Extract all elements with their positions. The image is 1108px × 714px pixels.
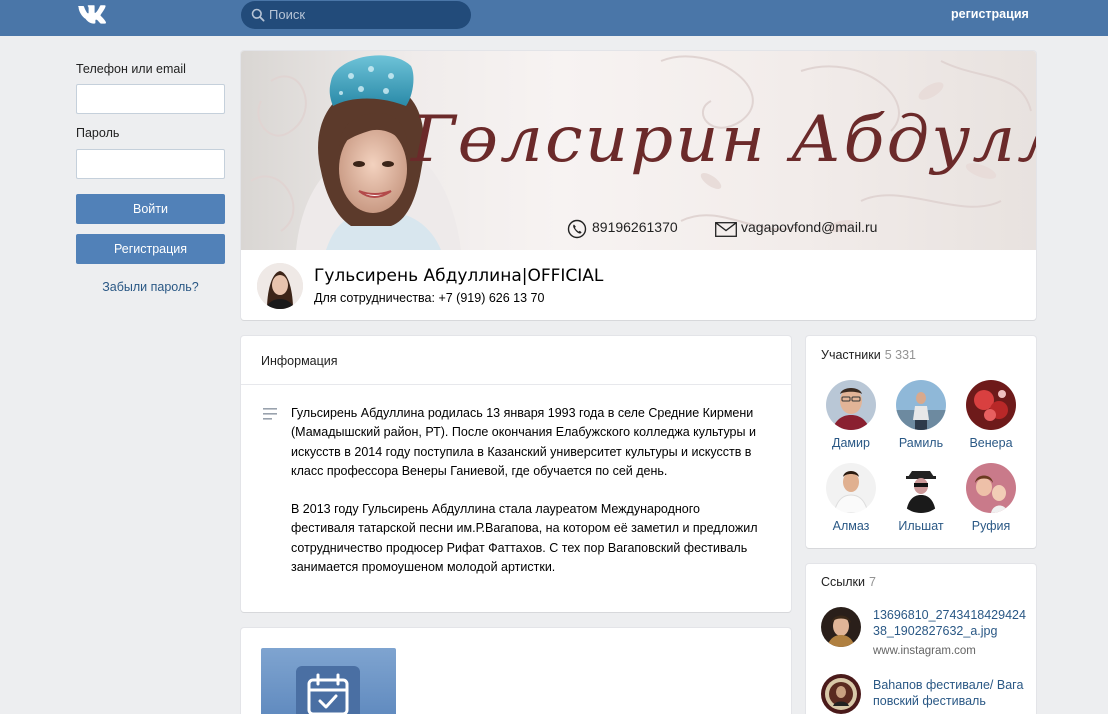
- phone-icon: [567, 219, 587, 239]
- member-item[interactable]: Дамир: [816, 380, 886, 450]
- link-thumbnail: [821, 607, 861, 647]
- event-card: [241, 628, 791, 714]
- member-item[interactable]: Алмаз: [816, 463, 886, 533]
- forgot-password-link[interactable]: Забыли пароль?: [76, 280, 225, 294]
- description-icon: [263, 408, 277, 420]
- link-domain: www.instagram.com: [873, 645, 976, 657]
- avatar[interactable]: [257, 263, 303, 309]
- event-thumbnail[interactable]: [261, 648, 396, 714]
- password-field[interactable]: [76, 149, 225, 179]
- members-heading-label: Участники: [821, 348, 881, 362]
- member-item[interactable]: Венера: [956, 380, 1026, 450]
- links-count: 7: [869, 575, 876, 589]
- link-title[interactable]: 13696810_274341842942438_1902827632_a.jp…: [873, 607, 1028, 639]
- password-label: Пароль: [76, 126, 120, 140]
- cover-email: vagapovfond@mail.ru: [741, 219, 878, 235]
- info-paragraph: В 2013 году Гульсирень Абдуллина стала л…: [291, 502, 758, 575]
- member-avatar: [966, 380, 1016, 430]
- link-item[interactable]: 13696810_274341842942438_1902827632_a.jp…: [821, 607, 1031, 663]
- page-status: Для сотрудничества: +7 (919) 626 13 70: [314, 291, 545, 305]
- search-input[interactable]: Поиск: [241, 1, 471, 29]
- info-card: Информация Гульсирень Абдуллина родилась…: [241, 336, 791, 612]
- link-title[interactable]: Ваһапов фестивале/ Вагаповский фестиваль: [873, 677, 1028, 709]
- links-heading[interactable]: Ссылки 7: [821, 575, 876, 589]
- mail-icon: [715, 222, 737, 237]
- info-heading: Информация: [261, 354, 338, 368]
- members-heading[interactable]: Участники 5 331: [821, 348, 916, 362]
- phone-email-field[interactable]: [76, 84, 225, 114]
- info-paragraph: Гульсирень Абдуллина родилась 13 января …: [291, 406, 756, 478]
- member-item[interactable]: Ильшат: [886, 463, 956, 533]
- member-name: Венера: [969, 436, 1013, 450]
- cover-image: Гөлсирин Абдуллина 89196261370 vagapovfo…: [241, 51, 1036, 250]
- cover-phone: 89196261370: [592, 219, 678, 235]
- search-placeholder: Поиск: [269, 7, 306, 22]
- register-button[interactable]: Регистрация: [76, 234, 225, 264]
- member-name: Алмаз: [832, 519, 870, 533]
- member-avatar: [896, 380, 946, 430]
- member-avatar: [896, 463, 946, 513]
- phone-email-label: Телефон или email: [76, 62, 186, 76]
- member-name: Дамир: [832, 436, 870, 450]
- page-header-card: Гөлсирин Абдуллина 89196261370 vagapovfo…: [241, 51, 1036, 320]
- link-item[interactable]: Ваһапов фестивале/ Вагаповский фестиваль: [821, 674, 1031, 714]
- top-bar: Поиск регистрация: [0, 0, 1108, 36]
- links-heading-label: Ссылки: [821, 575, 866, 589]
- member-avatar: [826, 380, 876, 430]
- calendar-icon: [296, 666, 360, 714]
- page-title: Гульсирень Абдуллина|OFFICIAL: [314, 266, 604, 286]
- members-card: Участники 5 331 Дамир Рамиль Венера Алмаз…: [806, 336, 1036, 548]
- divider: [241, 384, 791, 385]
- header-register-link[interactable]: регистрация: [951, 7, 1029, 21]
- vk-logo-icon[interactable]: [76, 4, 110, 24]
- member-item[interactable]: Руфия: [956, 463, 1026, 533]
- link-thumbnail: [821, 674, 861, 714]
- member-name: Рамиль: [898, 436, 944, 450]
- member-item[interactable]: Рамиль: [886, 380, 956, 450]
- cover-title-script: Гөлсирин Абдуллина: [411, 103, 1036, 177]
- member-name: Ильшат: [898, 519, 944, 533]
- login-button[interactable]: Войти: [76, 194, 225, 224]
- member-avatar: [966, 463, 1016, 513]
- member-avatar: [826, 463, 876, 513]
- member-name: Руфия: [971, 519, 1011, 533]
- links-card: Ссылки 7 13696810_274341842942438_1902827…: [806, 564, 1036, 714]
- members-count: 5 331: [884, 348, 916, 362]
- search-icon: [251, 8, 265, 22]
- info-description: Гульсирень Абдуллина родилась 13 января …: [291, 404, 761, 577]
